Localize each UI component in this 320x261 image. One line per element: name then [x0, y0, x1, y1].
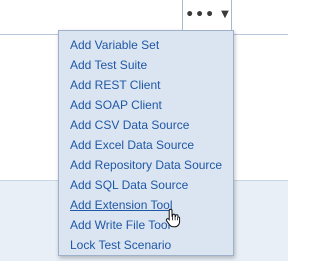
menu-item-add-csv-data-source[interactable]: Add CSV Data Source [59, 115, 233, 135]
menu-item-lock-test-scenario[interactable]: Lock Test Scenario [59, 235, 233, 255]
ellipsis-icon: ••• [185, 7, 216, 23]
more-actions-menu: Add Variable Set Add Test Suite Add REST… [58, 30, 234, 256]
menu-item-add-write-file-tool[interactable]: Add Write File Tool [59, 215, 233, 235]
menu-item-add-excel-data-source[interactable]: Add Excel Data Source [59, 135, 233, 155]
menu-item-add-test-suite[interactable]: Add Test Suite [59, 55, 233, 75]
menu-item-add-variable-set[interactable]: Add Variable Set [59, 35, 233, 55]
more-actions-button[interactable]: ••• ▼ [182, 0, 232, 30]
caret-down-icon: ▼ [221, 9, 229, 20]
menu-item-add-rest-client[interactable]: Add REST Client [59, 75, 233, 95]
menu-item-add-soap-client[interactable]: Add SOAP Client [59, 95, 233, 115]
menu-item-add-repository-data-source[interactable]: Add Repository Data Source [59, 155, 233, 175]
menu-item-add-extension-tool[interactable]: Add Extension Tool [59, 195, 233, 215]
menu-item-add-sql-data-source[interactable]: Add SQL Data Source [59, 175, 233, 195]
